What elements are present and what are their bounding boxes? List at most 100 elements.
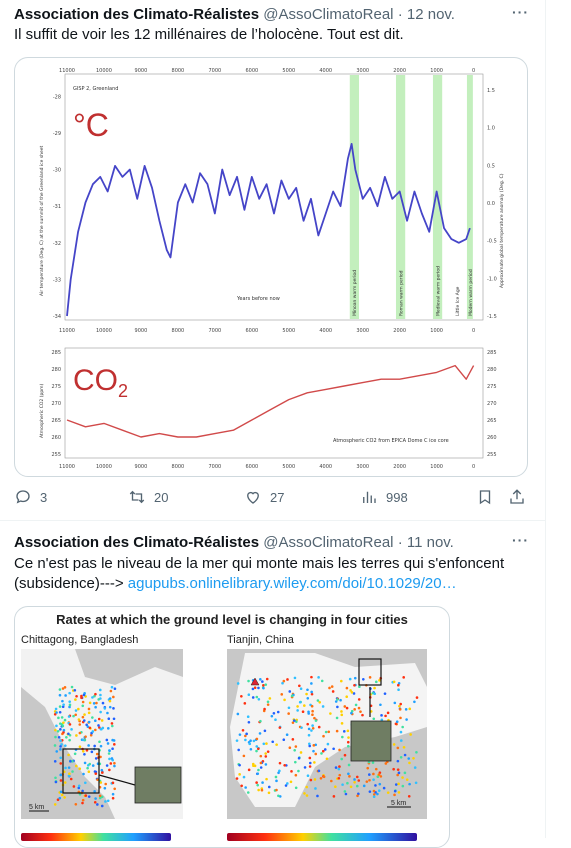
like-count: 27 xyxy=(270,489,285,505)
subsidence-point xyxy=(316,699,320,702)
subsidence-point xyxy=(399,716,402,720)
subsidence-point xyxy=(347,772,350,776)
subsidence-point xyxy=(88,762,92,766)
subsidence-point xyxy=(70,728,73,731)
subsidence-point xyxy=(291,738,295,741)
subsidence-point xyxy=(399,755,403,759)
x-tick-label: 10000 xyxy=(96,328,112,334)
subsidence-point xyxy=(262,686,265,690)
subsidence-point xyxy=(94,705,97,709)
views-button[interactable]: 998 xyxy=(360,486,408,508)
subsidence-point xyxy=(97,724,100,727)
more-options-icon[interactable]: ··· xyxy=(512,4,529,20)
subsidence-point xyxy=(306,688,309,692)
subsidence-point xyxy=(78,767,82,771)
tweet-image-map[interactable]: Rates at which the ground level is chang… xyxy=(14,606,450,848)
subsidence-point xyxy=(346,740,350,744)
subsidence-point xyxy=(58,705,62,708)
subsidence-point xyxy=(309,778,313,782)
color-scale-right xyxy=(227,833,417,841)
x-tick-label: 11000 xyxy=(59,328,75,334)
subsidence-point xyxy=(64,744,67,747)
subsidence-point xyxy=(256,772,260,775)
x-tick-label: 0 xyxy=(472,328,475,334)
subsidence-point xyxy=(353,684,356,687)
subsidence-point xyxy=(59,748,62,751)
subsidence-point xyxy=(94,797,97,800)
retweet-icon xyxy=(129,490,145,504)
subsidence-point xyxy=(377,773,381,776)
subsidence-point xyxy=(319,776,323,780)
x-tick-label: 3000 xyxy=(356,464,369,470)
holocene-chart: Minoan warm period Roman warm period Medie… xyxy=(39,68,505,470)
subsidence-point xyxy=(337,767,341,771)
subsidence-point xyxy=(346,781,349,785)
subsidence-point xyxy=(338,765,341,768)
subsidence-point xyxy=(255,749,258,753)
author-handle[interactable]: @AssoClimatoReal xyxy=(263,534,393,551)
x-tick-label: 8000 xyxy=(172,328,185,334)
subsidence-point xyxy=(63,796,66,799)
subsidence-point xyxy=(372,717,376,721)
x-tick-label: 0 xyxy=(472,68,475,74)
subsidence-point xyxy=(55,750,59,753)
subsidence-point xyxy=(340,710,343,713)
subsidence-point xyxy=(82,719,86,722)
tweet-actions: 3 20 27 998 xyxy=(14,486,524,510)
article-link[interactable]: agupubs.onlinelibrary.wiley.com/doi/10.1… xyxy=(128,575,457,592)
subsidence-point xyxy=(106,799,110,803)
subsidence-point xyxy=(105,738,109,742)
tweet-date[interactable]: 11 nov. xyxy=(407,534,454,551)
subsidence-point xyxy=(317,725,321,729)
subsidence-point xyxy=(401,725,404,729)
subsidence-point xyxy=(81,700,85,704)
city-label-chittagong: Chittagong, Bangladesh xyxy=(21,634,138,646)
subsidence-point xyxy=(238,733,242,736)
tweet-image-chart[interactable]: Minoan warm period Roman warm period Medie… xyxy=(14,57,528,477)
subsidence-point xyxy=(59,745,62,748)
author-name[interactable]: Association des Climato-Réalistes xyxy=(14,534,259,551)
subsidence-point xyxy=(75,734,78,737)
co2-tick-label: 280 xyxy=(51,367,61,373)
subsidence-point xyxy=(77,718,81,721)
subsidence-point xyxy=(274,718,277,722)
subsidence-point xyxy=(286,782,289,785)
subsidence-point xyxy=(69,777,73,781)
tweet-1[interactable]: Association des Climato-Réalistes @AssoC… xyxy=(0,0,546,521)
subsidence-point xyxy=(78,723,82,726)
share-button[interactable] xyxy=(508,486,526,508)
subsidence-point xyxy=(340,757,344,761)
subsidence-point xyxy=(357,706,361,710)
subsidence-point xyxy=(245,732,248,736)
tweet-date[interactable]: 12 nov. xyxy=(407,6,455,23)
subsidence-point xyxy=(57,735,61,739)
tweet-2[interactable]: Association des Climato-Réalistes @AssoC… xyxy=(0,521,546,848)
subsidence-point xyxy=(276,710,280,714)
subsidence-point xyxy=(74,764,78,768)
subsidence-point xyxy=(286,678,289,681)
period-label: Roman warm period xyxy=(398,270,404,316)
x-tick-label: 8000 xyxy=(172,464,185,470)
subsidence-point xyxy=(308,761,312,765)
subsidence-point xyxy=(407,794,411,798)
subsidence-point xyxy=(88,726,92,730)
author-name[interactable]: Association des Climato-Réalistes xyxy=(14,6,259,23)
subsidence-point xyxy=(93,790,96,793)
retweet-button[interactable]: 20 xyxy=(128,486,168,508)
subsidence-point xyxy=(320,679,324,683)
share-icon xyxy=(510,489,524,504)
subsidence-point xyxy=(338,748,341,752)
subsidence-point xyxy=(320,752,323,755)
subsidence-point xyxy=(267,785,271,789)
co2-right-tick-label: 285 xyxy=(487,350,497,356)
reply-button[interactable]: 3 xyxy=(14,486,47,508)
like-button[interactable]: 27 xyxy=(244,486,284,508)
subsidence-point xyxy=(240,695,243,698)
subsidence-point xyxy=(329,712,332,715)
subsidence-point xyxy=(348,775,351,778)
author-handle[interactable]: @AssoClimatoReal xyxy=(263,6,393,23)
bookmark-button[interactable] xyxy=(476,486,494,508)
more-options-icon[interactable]: ··· xyxy=(512,532,529,548)
retweet-count: 20 xyxy=(154,489,169,505)
subsidence-point xyxy=(81,738,85,742)
